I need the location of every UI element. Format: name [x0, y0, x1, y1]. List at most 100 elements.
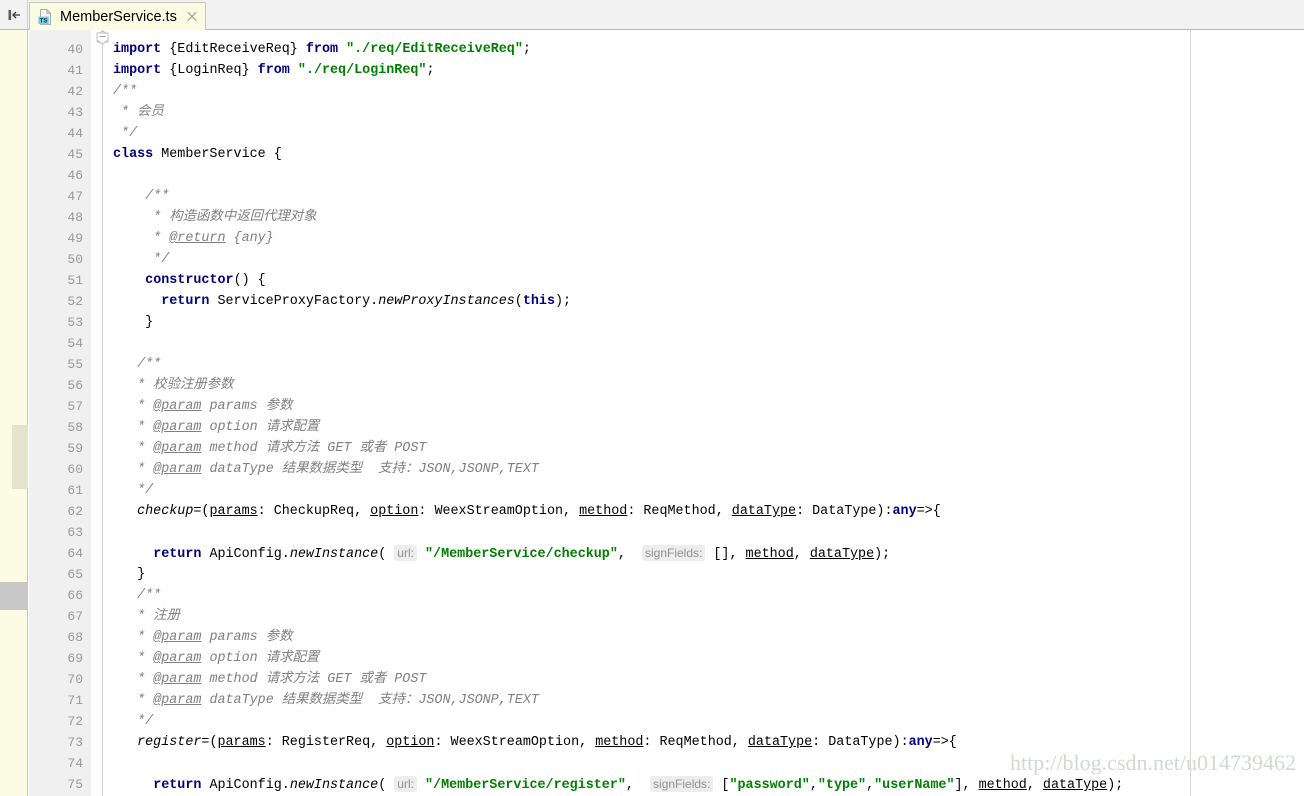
code-line[interactable]: return ApiConfig.newInstance( url: "/Mem…: [113, 774, 1123, 795]
code-line[interactable]: /**: [113, 81, 137, 102]
code-line[interactable]: constructor() {: [113, 270, 266, 291]
code-token: newProxyInstances: [378, 294, 515, 309]
code-token: /**: [113, 84, 138, 99]
line-number: 70: [67, 672, 83, 687]
editor-tab-bar: TS MemberService.ts: [0, 0, 1304, 30]
code-token: option 请求配置: [201, 651, 320, 666]
code-token: : DataType):: [796, 504, 893, 519]
code-line[interactable]: import {LoginReq} from "./req/LoginReq";: [113, 60, 435, 81]
code-token: method: [579, 504, 628, 519]
code-token: */: [113, 252, 170, 267]
code-token: ],: [954, 778, 979, 793]
line-number: 63: [67, 525, 83, 540]
code-token: return: [153, 547, 202, 562]
tab-label: MemberService.ts: [60, 8, 177, 25]
code-line[interactable]: * 构造函数中返回代理对象: [113, 207, 316, 228]
svg-text:TS: TS: [40, 17, 48, 24]
code-line[interactable]: * @param params 参数: [113, 396, 292, 417]
tab-memberservice-ts[interactable]: TS MemberService.ts: [29, 2, 206, 30]
collapse-sidebar-button[interactable]: [0, 0, 28, 29]
code-token: dataType: [1042, 778, 1108, 793]
change-marker[interactable]: [12, 425, 28, 489]
code-line[interactable]: }: [113, 312, 153, 333]
code-token: /**: [113, 189, 170, 204]
line-number: 69: [67, 651, 83, 666]
code-token: *: [113, 231, 170, 246]
annotation-marker-strip[interactable]: [0, 30, 28, 796]
line-number: 50: [67, 252, 83, 267]
code-line[interactable]: * 会员: [113, 102, 164, 123]
code-token: @param: [153, 630, 202, 645]
code-line[interactable]: * @param dataType 结果数据类型 支持：JSON,JSONP,T…: [113, 459, 539, 480]
line-number: 66: [67, 588, 83, 603]
code-line[interactable]: /**: [113, 354, 161, 375]
code-line[interactable]: * 校验注册参数: [113, 375, 233, 396]
code-line[interactable]: */: [113, 480, 153, 501]
code-token: }: [113, 567, 146, 582]
code-token: );: [555, 294, 572, 309]
code-line[interactable]: /**: [113, 186, 169, 207]
code-token: : WeexStreamOption,: [434, 735, 596, 750]
code-token: return: [153, 778, 202, 793]
line-number: 40: [67, 42, 83, 57]
code-token: ServiceProxyFactory.: [209, 294, 379, 309]
code-token: dataType: [731, 504, 797, 519]
code-line[interactable]: checkup=(params: CheckupReq, option: Wee…: [113, 501, 941, 522]
code-line[interactable]: * 注册: [113, 606, 180, 627]
code-line[interactable]: register=(params: RegisterReq, option: W…: [113, 732, 957, 753]
code-token: ,: [866, 778, 875, 793]
line-number-gutter[interactable]: 40 41 42 43 44 45 46 47 48 49 50 51 52 53 54 55 56 57 58 59…: [29, 30, 91, 796]
code-line[interactable]: }: [113, 564, 145, 585]
code-line[interactable]: return ApiConfig.newInstance( url: "/Mem…: [113, 543, 890, 564]
code-line[interactable]: return ServiceProxyFactory.newProxyInsta…: [113, 291, 571, 312]
code-line[interactable]: */: [113, 249, 169, 270]
code-token: * 注册: [113, 609, 180, 624]
change-marker[interactable]: [0, 582, 28, 610]
code-line[interactable]: * @param dataType 结果数据类型 支持：JSON,JSONP,T…: [113, 690, 539, 711]
code-token: any: [892, 504, 917, 519]
code-token: : DataType):: [812, 735, 909, 750]
code-token: option: [386, 735, 435, 750]
code-token: */: [113, 714, 154, 729]
code-line[interactable]: * @param method 请求方法 GET 或者 POST: [113, 669, 426, 690]
code-line[interactable]: * @param option 请求配置: [113, 648, 319, 669]
code-token: ,: [809, 778, 818, 793]
line-number: 45: [67, 147, 83, 162]
close-icon[interactable]: [186, 11, 198, 23]
line-number: 67: [67, 609, 83, 624]
code-line[interactable]: import {EditReceiveReq} from "./req/Edit…: [113, 39, 531, 60]
code-line[interactable]: * @param params 参数: [113, 627, 292, 648]
line-number: 71: [67, 693, 83, 708]
code-line[interactable]: /**: [113, 585, 161, 606]
code-line[interactable]: * @param option 请求配置: [113, 417, 319, 438]
code-line[interactable]: */: [113, 711, 153, 732]
code-token: );: [1107, 778, 1124, 793]
code-editor[interactable]: 40 41 42 43 44 45 46 47 48 49 50 51 52 53 54 55 56 57 58 59…: [0, 30, 1304, 796]
code-line[interactable]: */: [113, 123, 137, 144]
code-token: );: [874, 547, 891, 562]
code-line[interactable]: class MemberService {: [113, 144, 282, 165]
code-line[interactable]: * @param method 请求方法 GET 或者 POST: [113, 438, 426, 459]
code-token: constructor: [145, 273, 234, 288]
line-number: 65: [67, 567, 83, 582]
code-content[interactable]: import {EditReceiveReq} from "./req/Edit…: [113, 30, 1304, 796]
code-token: ;: [522, 42, 531, 57]
code-token: =>{: [932, 735, 957, 750]
fold-collapse-icon[interactable]: [95, 30, 110, 45]
code-token: method 请求方法 GET 或者 POST: [201, 672, 427, 687]
code-fold-column[interactable]: [91, 30, 113, 796]
code-token: register: [137, 735, 202, 750]
code-token: ,: [617, 547, 642, 562]
code-token: : RegisterReq,: [265, 735, 387, 750]
code-token: this: [522, 294, 555, 309]
code-line[interactable]: * @return {any}: [113, 228, 274, 249]
code-token: params: [217, 735, 266, 750]
code-token: {LoginReq}: [169, 63, 250, 78]
parameter-hint: signFields:: [641, 545, 706, 561]
parameter-hint: signFields:: [650, 776, 714, 792]
